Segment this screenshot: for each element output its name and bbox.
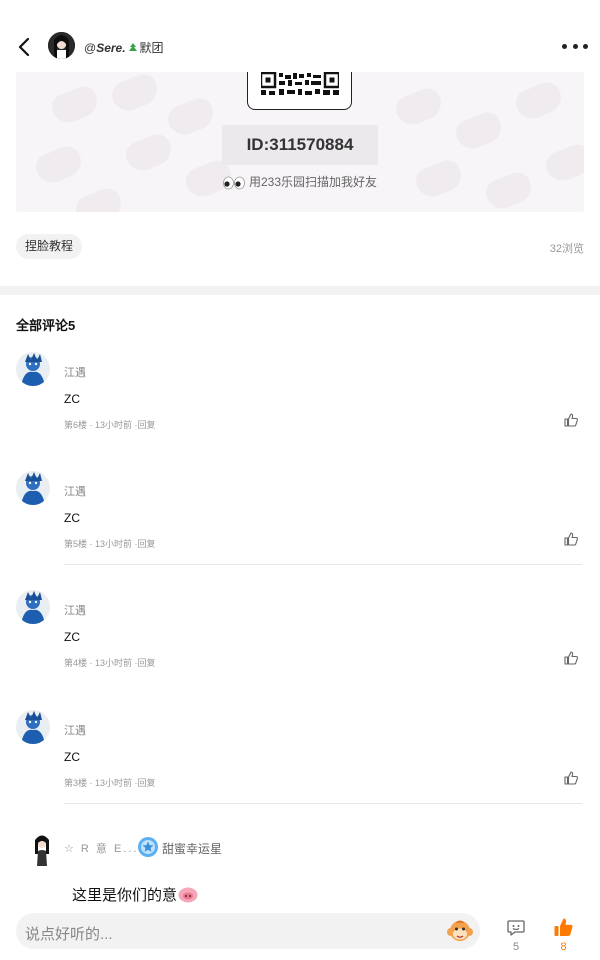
- thumbs-up-icon[interactable]: [563, 650, 579, 666]
- eyes-emoji-icon: [223, 176, 245, 190]
- commenter-avatar[interactable]: [16, 710, 50, 744]
- commenter-name[interactable]: 江遇: [64, 602, 86, 618]
- commenter-avatar[interactable]: [16, 352, 50, 386]
- comment-text: ZC: [64, 511, 80, 525]
- badge-label: 甜蜜幸运星: [162, 842, 223, 856]
- thumbs-up-filled-icon[interactable]: [553, 917, 574, 938]
- scan-tip-text: 用233乐园扫描加我好友: [248, 175, 378, 189]
- comments-title: 全部评论5: [16, 318, 76, 333]
- commenter-name[interactable]: 江遇: [64, 364, 86, 380]
- star-badge-icon: [138, 837, 158, 857]
- comment-meta[interactable]: 第3楼 · 13小时前 ·回复: [64, 776, 156, 789]
- pig-emoji-icon: [178, 887, 198, 902]
- user-id-label: ID:311570884: [222, 125, 378, 165]
- commenter-avatar[interactable]: [16, 590, 50, 624]
- topic-tag[interactable]: 捏脸教程: [16, 234, 83, 259]
- author-avatar[interactable]: [48, 32, 75, 59]
- author-nickname: Sere.: [96, 40, 126, 55]
- comment-item: 江遇 ZC 第6楼 · 13小时前 ·回复: [0, 352, 600, 470]
- author-name[interactable]: @ Sere. 默团: [84, 39, 164, 56]
- view-count: 32浏览: [549, 243, 584, 255]
- more-options-icon[interactable]: [562, 36, 588, 56]
- comment-count: 5: [512, 941, 520, 953]
- comment-meta[interactable]: 第4楼 · 13小时前 ·回复: [64, 656, 156, 669]
- comment-meta[interactable]: 第6楼 · 13小时前 ·回复: [64, 418, 156, 431]
- comment-text: ZC: [64, 630, 80, 644]
- comment-text-content: 这里是你们的意: [72, 887, 178, 904]
- monkey-emoji-icon[interactable]: [446, 917, 474, 945]
- back-chevron-icon[interactable]: [14, 36, 36, 58]
- author-suffix: 默团: [139, 41, 164, 55]
- section-divider: [0, 286, 600, 295]
- comment-input-placeholder: 说点好听的...: [25, 926, 113, 943]
- comment-item: 江遇 ZC 第5楼 · 13小时前 ·回复: [0, 471, 600, 589]
- comment-meta[interactable]: 第5楼 · 13小时前 ·回复: [64, 537, 156, 550]
- thumbs-up-icon[interactable]: [563, 412, 579, 428]
- top-bar: @ Sere. 默团: [0, 0, 600, 72]
- commenter-name[interactable]: ☆ R 意 E...: [64, 840, 138, 856]
- qr-code-card: [247, 72, 352, 110]
- comment-text: ZC: [64, 392, 80, 406]
- comment-bubble-icon[interactable]: [506, 918, 526, 938]
- comment-item: 江遇 ZC 第4楼 · 13小时前 ·回复: [0, 590, 600, 708]
- comment-item: 江遇 ZC 第3楼 · 13小时前 ·回复: [0, 710, 600, 828]
- scan-tip: 用233乐园扫描加我好友: [16, 173, 584, 190]
- thumbs-up-icon[interactable]: [563, 531, 579, 547]
- comment-divider: [64, 803, 582, 804]
- leaf-icon: [128, 42, 137, 51]
- commenter-name[interactable]: 江遇: [64, 483, 86, 499]
- comment-divider: [64, 564, 582, 565]
- comment-input[interactable]: 说点好听的...: [16, 913, 480, 949]
- thumbs-up-icon[interactable]: [563, 770, 579, 786]
- comment-text: ZC: [64, 750, 80, 764]
- qr-code-icon: [261, 72, 339, 95]
- author-prefix: @: [84, 40, 97, 55]
- like-count: 8: [560, 941, 567, 953]
- post-image[interactable]: ID:311570884 用233乐园扫描加我好友: [16, 72, 584, 212]
- comment-text: 这里是你们的意: [72, 884, 198, 905]
- commenter-name[interactable]: 江遇: [64, 722, 86, 738]
- commenter-avatar[interactable]: [16, 471, 50, 505]
- commenter-avatar[interactable]: [30, 834, 54, 866]
- bottom-bar: 说点好听的... 5 8: [0, 908, 600, 960]
